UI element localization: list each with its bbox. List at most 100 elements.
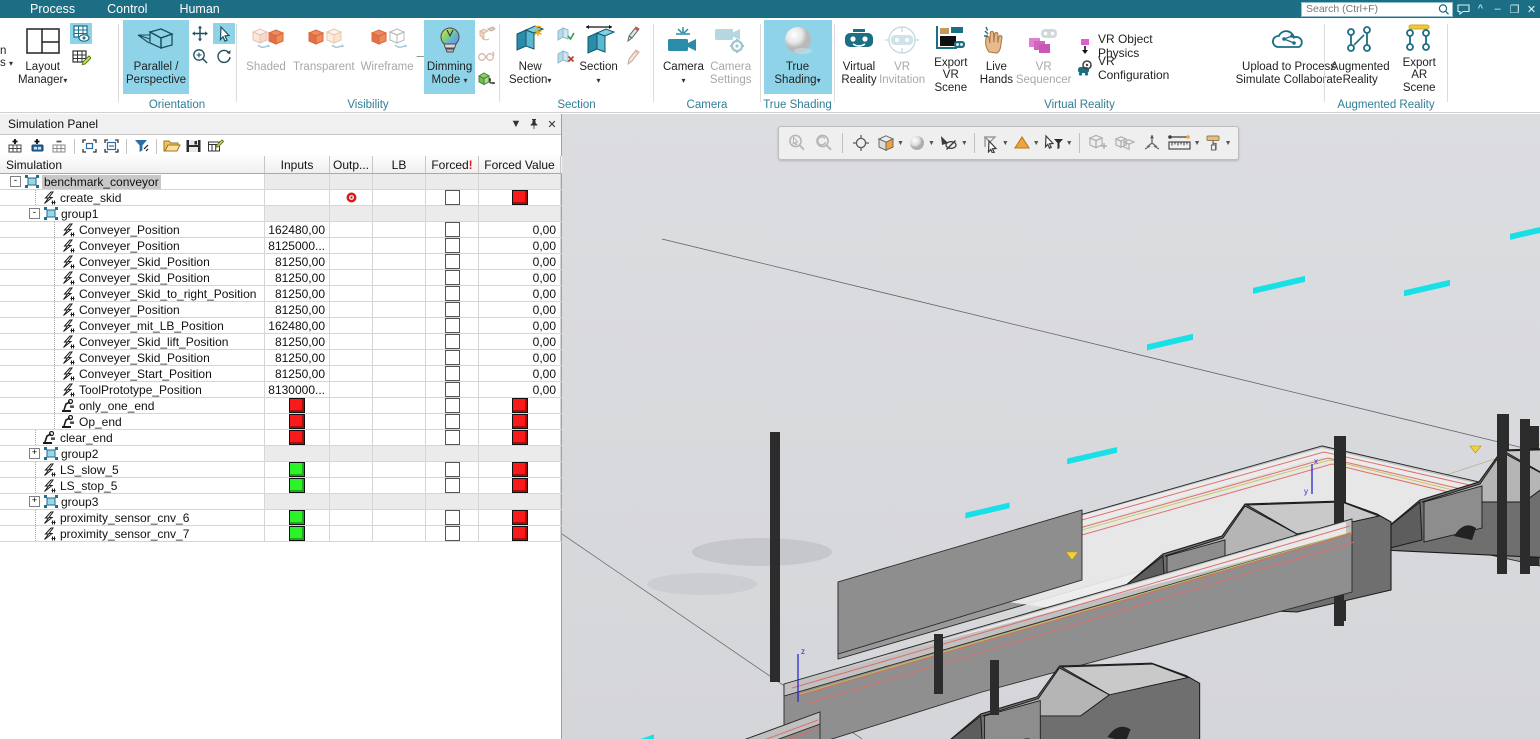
search-box[interactable]: Search (Ctrl+F) xyxy=(1301,1,1453,17)
cell-outputs[interactable] xyxy=(330,302,373,317)
chevron-down-icon[interactable]: ▼ xyxy=(897,140,904,147)
cell-simulation-name[interactable]: Op_end xyxy=(0,414,265,429)
vr-invitation-button[interactable]: VR Invitation xyxy=(879,20,925,94)
cell-forced-value[interactable] xyxy=(479,462,561,477)
cell-inputs[interactable] xyxy=(265,462,330,477)
cell-forced-value[interactable] xyxy=(479,398,561,413)
add-signal-icon[interactable] xyxy=(27,136,48,156)
collapse-all-icon[interactable] xyxy=(101,136,122,156)
cell-inputs[interactable] xyxy=(265,206,330,221)
table-row[interactable]: Conveyer_Skid_lift_Position 81250,00 0,00 xyxy=(0,334,562,350)
add-object-icon[interactable] xyxy=(1085,130,1111,156)
table-row[interactable]: Conveyer_Position 162480,00 0,00 xyxy=(0,222,562,238)
cell-lb[interactable] xyxy=(373,350,426,365)
cell-forced[interactable] xyxy=(426,206,479,221)
column-header-lb[interactable]: LB xyxy=(373,156,426,173)
true-shading-sphere-icon[interactable]: ▼ xyxy=(906,130,936,156)
cell-lb[interactable] xyxy=(373,414,426,429)
cell-inputs[interactable]: 8125000... xyxy=(265,238,330,253)
wireframe-button[interactable]: Wireframe xyxy=(358,20,417,94)
cell-lb[interactable] xyxy=(373,446,426,461)
cell-forced-value[interactable] xyxy=(479,526,561,541)
close-button[interactable]: ✕ xyxy=(1523,0,1540,18)
cell-lb[interactable] xyxy=(373,494,426,509)
table-row[interactable]: create_skid xyxy=(0,190,562,206)
table-row[interactable]: ToolPrototype_Position 8130000... 0,00 xyxy=(0,382,562,398)
cell-simulation-name[interactable]: only_one_end xyxy=(0,398,265,413)
table-row[interactable]: proximity_sensor_cnv_7 xyxy=(0,526,562,542)
forced-checkbox[interactable] xyxy=(444,398,460,413)
cell-lb[interactable] xyxy=(373,254,426,269)
forced-checkbox[interactable] xyxy=(444,286,460,301)
cell-forced-value[interactable] xyxy=(479,494,561,509)
object-group-icon[interactable] xyxy=(1112,130,1138,156)
tab-human[interactable]: Human xyxy=(163,0,235,18)
cell-simulation-name[interactable]: proximity_sensor_cnv_7 xyxy=(0,526,265,541)
snap-icon[interactable] xyxy=(1139,130,1165,156)
table-row[interactable]: + group2 xyxy=(0,446,562,462)
tab-process[interactable]: Process xyxy=(14,0,91,18)
table-row[interactable]: clear_end xyxy=(0,430,562,446)
save-icon[interactable] xyxy=(183,136,204,156)
cell-lb[interactable] xyxy=(373,510,426,525)
cell-inputs[interactable]: 8130000... xyxy=(265,382,330,397)
vr-sequencer-button[interactable]: VR Sequencer xyxy=(1016,20,1071,94)
cell-forced[interactable] xyxy=(426,350,479,365)
cell-forced[interactable] xyxy=(426,190,479,205)
cell-simulation-name[interactable]: proximity_sensor_cnv_6 xyxy=(0,510,265,525)
cell-forced[interactable] xyxy=(426,222,479,237)
table-row[interactable]: Conveyer_mit_LB_Position 162480,00 0,00 xyxy=(0,318,562,334)
scene-3d-canvas[interactable]: z y x xyxy=(562,114,1540,739)
cell-inputs[interactable] xyxy=(265,190,330,205)
cell-inputs[interactable]: 81250,00 xyxy=(265,302,330,317)
cell-outputs[interactable] xyxy=(330,398,373,413)
cell-inputs[interactable]: 81250,00 xyxy=(265,286,330,301)
cell-forced[interactable] xyxy=(426,510,479,525)
forced-checkbox[interactable] xyxy=(444,350,460,365)
cell-forced-value[interactable]: 0,00 xyxy=(479,286,561,301)
virtual-reality-button[interactable]: Virtual Reality xyxy=(839,20,879,94)
forced-checkbox[interactable] xyxy=(444,190,460,205)
transparent-button[interactable]: Transparent xyxy=(290,20,358,94)
chevron-down-icon[interactable]: ▼ xyxy=(1194,140,1201,147)
table-row[interactable]: Conveyer_Skid_Position 81250,00 0,00 xyxy=(0,270,562,286)
expand-node-button[interactable]: + xyxy=(29,496,40,507)
cell-forced[interactable] xyxy=(426,382,479,397)
cell-forced-value[interactable]: 0,00 xyxy=(479,302,561,317)
zoom-select-icon[interactable] xyxy=(784,130,810,156)
cell-lb[interactable] xyxy=(373,270,426,285)
column-header-simulation[interactable]: Simulation xyxy=(0,156,265,173)
cell-outputs[interactable] xyxy=(330,350,373,365)
cell-simulation-name[interactable]: Conveyer_Skid_Position xyxy=(0,254,265,269)
expand-all-icon[interactable] xyxy=(79,136,100,156)
cell-inputs[interactable]: 81250,00 xyxy=(265,270,330,285)
camera-button[interactable]: Camera ▾ xyxy=(660,20,707,94)
add-row-icon[interactable] xyxy=(5,136,26,156)
cell-lb[interactable] xyxy=(373,174,426,189)
cell-forced-value[interactable]: 0,00 xyxy=(479,270,561,285)
cell-simulation-name[interactable]: + group3 xyxy=(0,494,265,509)
forced-checkbox[interactable] xyxy=(444,462,460,477)
augmented-reality-button[interactable]: Augmented Reality xyxy=(1329,20,1391,94)
collapse-node-button[interactable]: - xyxy=(29,208,40,219)
grid-show-icon[interactable] xyxy=(70,23,93,44)
cell-simulation-name[interactable]: LS_stop_5 xyxy=(0,478,265,493)
center-target-icon[interactable] xyxy=(848,130,874,156)
forced-checkbox[interactable] xyxy=(444,414,460,429)
table-row[interactable]: Conveyer_Skid_Position 81250,00 0,00 xyxy=(0,350,562,366)
measure-icon[interactable]: ▼ xyxy=(1166,130,1202,156)
viewport-3d[interactable]: ▼ ▼ ▼ ▼ ▼ ▼ ▼ ▼ z y x xyxy=(562,114,1540,739)
cell-outputs[interactable] xyxy=(330,430,373,445)
cell-outputs[interactable] xyxy=(330,222,373,237)
cell-simulation-name[interactable]: Conveyer_Position xyxy=(0,238,265,253)
cell-forced-value[interactable]: 0,00 xyxy=(479,254,561,269)
cell-outputs[interactable] xyxy=(330,254,373,269)
parallel-perspective-button[interactable]: Parallel / Perspective xyxy=(123,20,190,94)
cell-lb[interactable] xyxy=(373,302,426,317)
column-header-forced[interactable]: Forced! xyxy=(426,156,479,173)
camera-settings-button[interactable]: Camera Settings xyxy=(707,20,755,94)
cell-lb[interactable] xyxy=(373,382,426,397)
cell-inputs[interactable]: 81250,00 xyxy=(265,334,330,349)
cell-lb[interactable] xyxy=(373,334,426,349)
cell-forced[interactable] xyxy=(426,478,479,493)
